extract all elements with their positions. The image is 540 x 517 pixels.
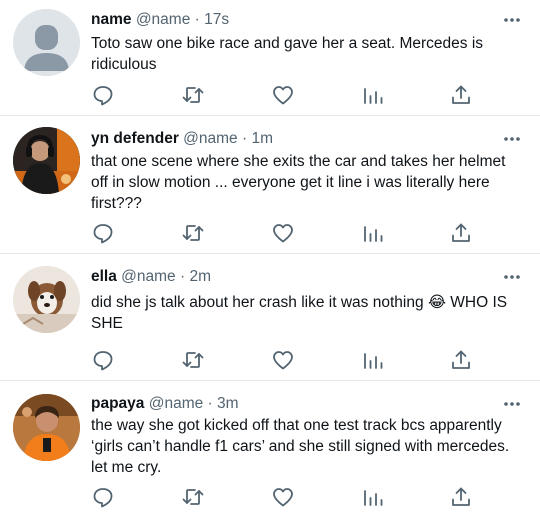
photo-avatar-headphones-icon [13, 127, 80, 194]
photo-avatar-dog-icon [13, 266, 80, 333]
heart-icon[interactable] [271, 485, 295, 509]
avatar[interactable] [13, 394, 80, 461]
tweet[interactable]: name @name · 17s Toto saw one bike race … [0, 0, 540, 116]
separator-dot: · [203, 395, 218, 412]
tweet-text: that one scene where she exits the car a… [91, 153, 506, 212]
separator-dot: · [237, 130, 252, 147]
more-icon[interactable] [502, 12, 522, 28]
handle[interactable]: @name [149, 395, 204, 412]
handle[interactable]: @name [183, 130, 238, 147]
action-bar [0, 348, 540, 372]
tweet-header: name @name · 17s [91, 10, 522, 30]
tweet-header: ella @name · 2m [91, 267, 522, 287]
avatar[interactable] [13, 9, 80, 76]
share-icon[interactable] [449, 83, 473, 107]
share-icon[interactable] [449, 221, 473, 245]
action-bar [0, 485, 540, 509]
views-icon[interactable] [361, 83, 385, 107]
separator-dot: · [175, 268, 190, 285]
timestamp[interactable]: 17s [204, 11, 229, 28]
display-name[interactable]: ella [91, 268, 117, 285]
tweet-feed: name @name · 17s Toto saw one bike race … [0, 0, 540, 517]
more-icon[interactable] [502, 269, 522, 285]
more-icon[interactable] [502, 131, 522, 147]
share-icon[interactable] [449, 348, 473, 372]
views-icon[interactable] [361, 485, 385, 509]
tweet[interactable]: papaya @name · 3m the way she got kicked… [0, 381, 540, 517]
avatar[interactable] [13, 127, 80, 194]
avatar[interactable] [13, 266, 80, 333]
tweet-header: papaya @name · 3m [91, 394, 522, 414]
action-bar [0, 221, 540, 245]
reply-icon[interactable] [91, 485, 115, 509]
display-name[interactable]: papaya [91, 395, 144, 412]
photo-avatar-orange-icon [13, 394, 80, 461]
retweet-icon[interactable] [181, 221, 205, 245]
reply-icon[interactable] [91, 83, 115, 107]
share-icon[interactable] [449, 485, 473, 509]
timestamp[interactable]: 3m [217, 395, 239, 412]
timestamp[interactable]: 2m [189, 268, 211, 285]
separator-dot: · [190, 11, 205, 28]
views-icon[interactable] [361, 221, 385, 245]
tweet-text: did she js talk about her crash like it … [91, 294, 508, 332]
action-bar [0, 83, 540, 107]
tweet-header: yn defender @name · 1m [91, 129, 522, 149]
reply-icon[interactable] [91, 221, 115, 245]
retweet-icon[interactable] [181, 485, 205, 509]
tweet[interactable]: ella @name · 2m did she js talk about he… [0, 254, 540, 381]
display-name[interactable]: name [91, 11, 132, 28]
retweet-icon[interactable] [181, 348, 205, 372]
handle[interactable]: @name [136, 11, 191, 28]
heart-icon[interactable] [271, 83, 295, 107]
timestamp[interactable]: 1m [251, 130, 273, 147]
default-avatar-icon [13, 9, 80, 76]
handle[interactable]: @name [121, 268, 176, 285]
heart-icon[interactable] [271, 348, 295, 372]
tweet-text: the way she got kicked off that one test… [91, 417, 510, 476]
display-name[interactable]: yn defender [91, 130, 179, 147]
views-icon[interactable] [361, 348, 385, 372]
tweet-text: Toto saw one bike race and gave her a se… [91, 35, 484, 73]
retweet-icon[interactable] [181, 83, 205, 107]
reply-icon[interactable] [91, 348, 115, 372]
heart-icon[interactable] [271, 221, 295, 245]
more-icon[interactable] [502, 396, 522, 412]
tweet[interactable]: yn defender @name · 1m that one scene wh… [0, 116, 540, 254]
